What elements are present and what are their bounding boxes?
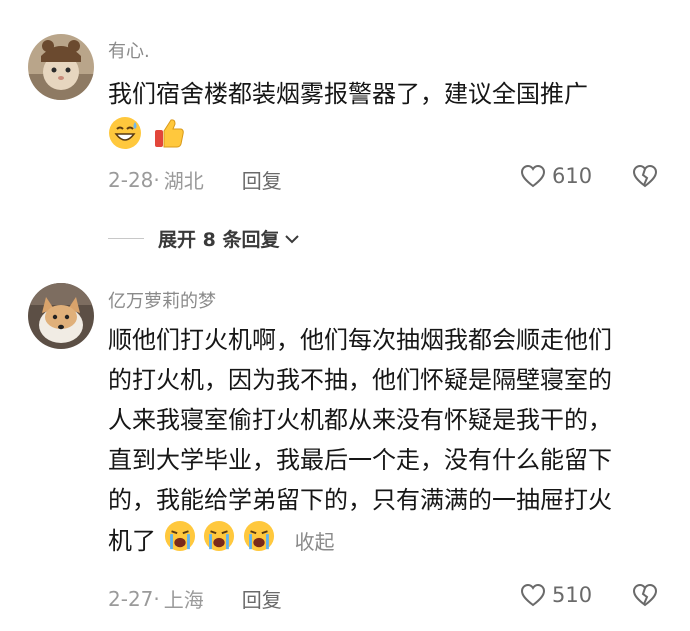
collapse-button[interactable]: 收起 xyxy=(295,530,335,554)
comment-line: 机了 xyxy=(108,527,156,555)
comment-text: 顺他们打火机啊，他们每次抽烟我都会顺走他们 的打火机，因为我不抽，他们怀疑是隔壁… xyxy=(108,320,612,564)
comment-location: 湖北 xyxy=(163,169,204,193)
separator-dot: · xyxy=(153,586,160,611)
heart-icon xyxy=(520,583,546,607)
broken-heart-icon xyxy=(632,164,658,188)
like-button[interactable]: 610 xyxy=(520,164,592,188)
loudly-crying-emoji xyxy=(164,520,196,564)
comment-meta: 2-28 · 湖北 回复 xyxy=(108,165,282,194)
like-button[interactable]: 510 xyxy=(520,583,592,607)
dislike-button[interactable] xyxy=(632,164,658,192)
separator-dot: · xyxy=(153,167,160,192)
emoji-row xyxy=(108,116,588,162)
comment-line: 顺他们打火机啊，他们每次抽烟我都会顺走他们 xyxy=(108,326,612,354)
avatar-cat[interactable] xyxy=(28,34,94,100)
reply-button[interactable]: 回复 xyxy=(242,584,282,613)
thumbs-up-emoji xyxy=(152,116,186,162)
comment-line: 直到大学毕业，我最后一个走，没有什么能留下 xyxy=(108,446,612,474)
expand-replies-label[interactable]: 展开 8 条回复 xyxy=(158,225,279,252)
reply-button[interactable]: 回复 xyxy=(242,165,282,194)
comment-date: 2-27 xyxy=(108,586,154,611)
dislike-button[interactable] xyxy=(632,583,658,611)
comment-location: 上海 xyxy=(163,588,204,612)
grinning-sweat-emoji xyxy=(108,116,142,162)
comment-line: 的打火机，因为我不抽，他们怀疑是隔壁寝室的 xyxy=(108,366,612,394)
like-count: 610 xyxy=(552,164,593,188)
username[interactable]: 亿万萝莉的梦 xyxy=(108,287,216,313)
expand-replies[interactable]: 展开 8 条回复 xyxy=(108,225,301,252)
comment-line: 我们宿舍楼都装烟雾报警器了，建议全国推广 xyxy=(108,80,588,108)
comment-line: 的，我能给学弟留下的，只有满满的一抽屉打火 xyxy=(108,486,612,514)
divider xyxy=(108,238,144,239)
chevron-down-icon xyxy=(285,234,300,243)
loudly-crying-emoji xyxy=(243,520,275,564)
username[interactable]: 有心. xyxy=(108,37,150,63)
last-line-row: 机了 收起 xyxy=(108,520,612,564)
heart-icon xyxy=(520,164,546,188)
comment-date: 2-28 xyxy=(108,167,154,192)
loudly-crying-emoji xyxy=(203,520,235,564)
avatar-dog[interactable] xyxy=(28,283,94,349)
comment-line: 人来我寝室偷打火机都从来没有怀疑是我干的， xyxy=(108,406,612,434)
like-count: 510 xyxy=(552,583,593,607)
comment-meta: 2-27 · 上海 回复 xyxy=(108,584,282,613)
broken-heart-icon xyxy=(632,583,658,607)
comment-text: 我们宿舍楼都装烟雾报警器了，建议全国推广 xyxy=(108,74,588,162)
